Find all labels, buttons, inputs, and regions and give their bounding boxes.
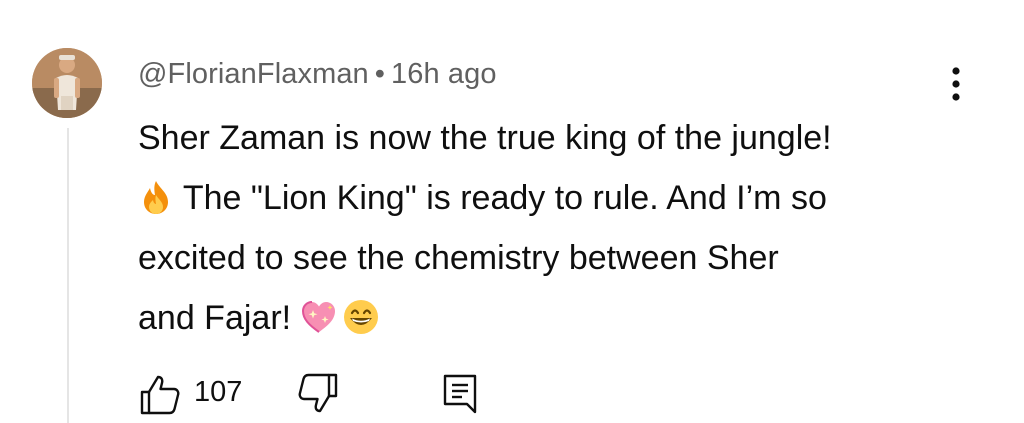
comment-card: @FlorianFlaxman • 16h ago Sher Zaman is no… [0,0,1024,423]
meta-separator: • [374,58,386,90]
comment-line-3: excited to see the chemistry between She… [138,239,779,277]
like-count: 107 [194,376,243,408]
comment-text: Sher Zaman is now the true king of the j… [138,108,958,348]
more-options-button[interactable] [942,66,970,102]
grinning-face-icon [343,300,378,334]
more-vert-icon [952,67,960,101]
thumbs-up-icon [140,375,180,415]
comment-line-2: The "Lion King" is ready to rule. And I’… [138,168,958,228]
sparkling-heart-icon [301,301,335,333]
dislike-button[interactable] [296,372,340,416]
comment-line-1: Sher Zaman is now the true king of the j… [138,119,832,157]
reply-comment-icon [443,374,477,414]
avatar[interactable] [32,48,102,118]
thread-line [67,128,69,423]
reply-button[interactable] [440,372,482,416]
comment-meta: @FlorianFlaxman • 16h ago [138,58,497,91]
comment-timestamp[interactable]: 16h ago [391,58,497,90]
thumbs-down-icon [298,373,338,413]
avatar-image [32,48,102,118]
fire-icon [144,181,168,214]
comment-line-4: and Fajar! [138,288,958,348]
like-button[interactable] [138,372,182,416]
author-handle[interactable]: @FlorianFlaxman [138,58,369,90]
